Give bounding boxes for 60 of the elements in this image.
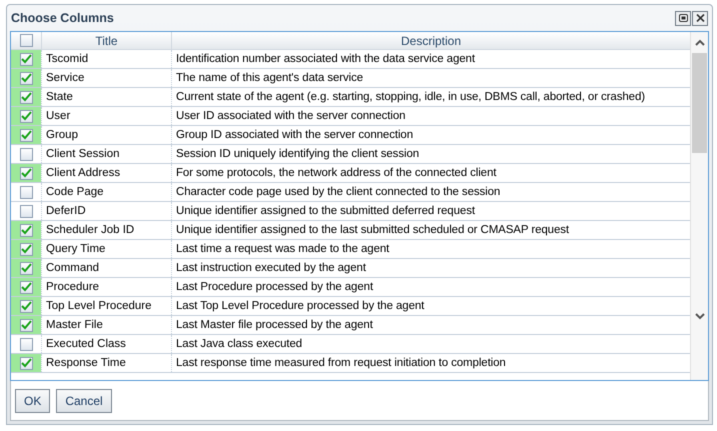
checkbox[interactable] bbox=[20, 280, 32, 294]
checkmark-icon bbox=[20, 130, 32, 140]
checkbox[interactable] bbox=[20, 242, 32, 256]
checkmark-icon bbox=[20, 168, 32, 178]
title-cell: Top Level Procedure bbox=[41, 297, 171, 315]
restore-icon bbox=[678, 14, 688, 22]
title-cell: Group bbox=[41, 126, 171, 144]
title-cell: Client Session bbox=[41, 145, 171, 163]
checkmark-icon bbox=[20, 111, 32, 121]
title-cell: Procedure bbox=[41, 278, 171, 296]
checkmark-icon bbox=[20, 282, 32, 292]
title-cell: Command bbox=[41, 259, 171, 277]
scroll-up-icon[interactable] bbox=[694, 39, 704, 47]
title-cell: Scheduler Job ID bbox=[41, 221, 171, 239]
title-cell: Executed Class bbox=[41, 335, 171, 353]
checkbox[interactable] bbox=[20, 166, 32, 180]
window-title: Choose Columns bbox=[11, 10, 114, 27]
checkbox[interactable] bbox=[20, 128, 32, 142]
title-cell: DeferID bbox=[41, 202, 171, 220]
title-cell: State bbox=[41, 88, 171, 106]
checkbox[interactable] bbox=[20, 90, 32, 104]
checkbox[interactable] bbox=[20, 204, 32, 218]
dialog-button[interactable]: Cancel bbox=[56, 388, 112, 412]
checkbox[interactable] bbox=[20, 262, 32, 274]
scrollbar[interactable] bbox=[690, 32, 708, 380]
checkmark-icon bbox=[20, 301, 32, 311]
checkbox[interactable] bbox=[20, 356, 32, 370]
title-cell: Response Time bbox=[41, 354, 171, 372]
checkmark-icon bbox=[20, 358, 32, 368]
checkbox[interactable] bbox=[20, 186, 32, 198]
checkmark-icon bbox=[20, 92, 32, 102]
close-button[interactable] bbox=[692, 10, 708, 26]
checkbox[interactable] bbox=[20, 52, 32, 66]
title-cell: Client Address bbox=[41, 164, 171, 182]
checkmark-icon bbox=[20, 225, 32, 235]
title-cell: Code Page bbox=[41, 183, 171, 201]
checkbox[interactable] bbox=[20, 338, 32, 350]
checkmark-icon bbox=[20, 263, 32, 273]
checkbox[interactable] bbox=[20, 224, 32, 236]
checkbox[interactable] bbox=[20, 34, 32, 47]
checkbox[interactable] bbox=[20, 318, 32, 332]
scroll-thumb[interactable] bbox=[692, 53, 707, 153]
restore-button[interactable] bbox=[675, 10, 691, 26]
title-cell: Tscomid bbox=[41, 50, 171, 68]
checkbox[interactable] bbox=[20, 148, 32, 160]
title-cell: Master File bbox=[41, 316, 171, 334]
title-cell: User bbox=[41, 107, 171, 125]
close-icon bbox=[696, 14, 704, 22]
checkbox[interactable] bbox=[20, 72, 32, 84]
column-header[interactable]: Title bbox=[41, 32, 171, 49]
scroll-down-icon[interactable] bbox=[694, 312, 704, 320]
checkbox[interactable] bbox=[20, 300, 32, 312]
checkbox[interactable] bbox=[20, 110, 32, 122]
checkmark-icon bbox=[20, 73, 32, 83]
title-cell: Query Time bbox=[41, 240, 171, 258]
checkmark-icon bbox=[20, 244, 32, 254]
checkmark-icon bbox=[20, 54, 32, 64]
title-cell: Service bbox=[41, 69, 171, 87]
checkmark-icon bbox=[20, 320, 32, 330]
dialog-button[interactable]: OK bbox=[15, 388, 50, 412]
